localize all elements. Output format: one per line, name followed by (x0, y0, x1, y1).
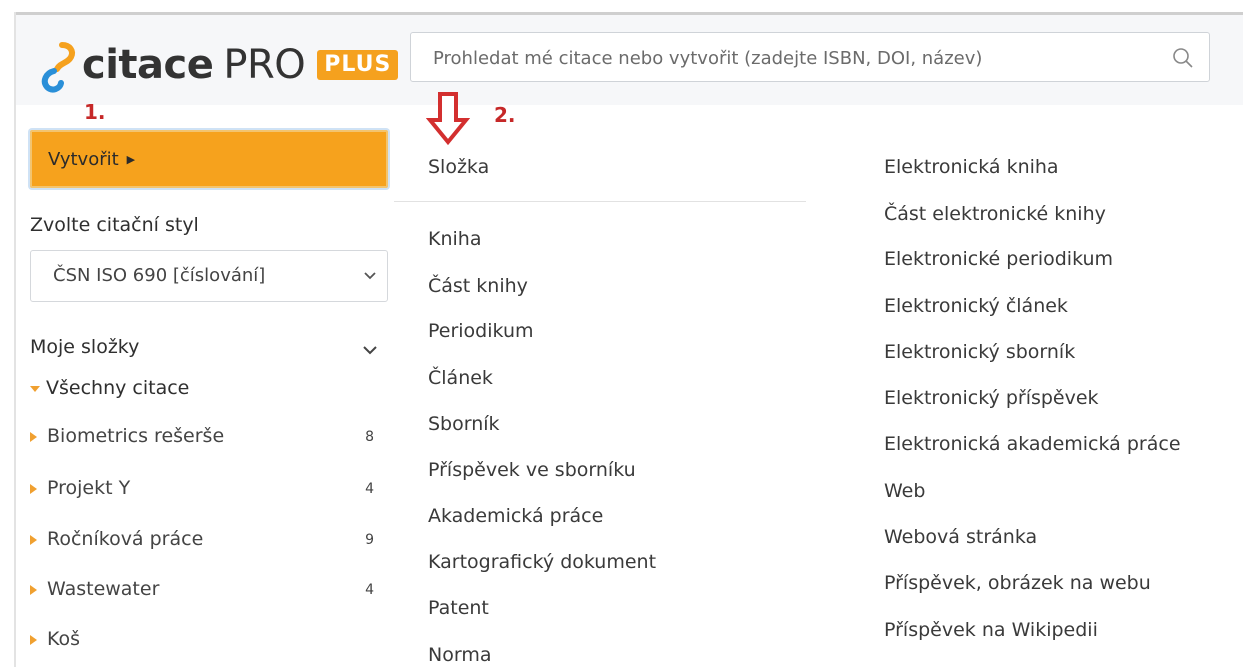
logo-name: citace (82, 42, 214, 88)
menu-item[interactable]: Příspěvek na Wikipedii (884, 619, 1098, 641)
menu-item[interactable]: Periodikum (428, 320, 534, 342)
menu-item[interactable]: Článek (428, 367, 493, 389)
chevron-down-icon (363, 346, 377, 355)
menu-divider (394, 201, 806, 202)
collapsed-icon (30, 584, 37, 595)
collapsed-icon (30, 483, 37, 494)
chevron-down-icon (364, 272, 376, 280)
menu-item[interactable]: Elektronický sborník (884, 341, 1075, 363)
logo[interactable]: citace PRO PLUS (38, 35, 399, 95)
caret-right-icon: ▶ (126, 152, 136, 166)
menu-item[interactable]: Elektronický článek (884, 295, 1068, 317)
menu-item[interactable]: Sborník (428, 413, 500, 435)
logo-mark-icon (41, 42, 75, 93)
folder-item[interactable]: Projekt Y 4 (30, 477, 380, 507)
menu-item[interactable]: Webová stránka (884, 526, 1037, 548)
folder-count: 9 (365, 532, 374, 548)
search-input[interactable] (431, 33, 1175, 83)
folder-item[interactable]: Ročníková práce 9 (30, 528, 380, 558)
collapsed-icon (30, 634, 37, 645)
citation-style-value: ČSN ISO 690 [číslování] (53, 265, 266, 286)
create-button-label: Vytvořit (48, 148, 119, 170)
folder-count: 4 (365, 481, 374, 497)
folder-name: Biometrics rešerše (47, 425, 225, 447)
collapsed-icon (30, 534, 37, 545)
create-button[interactable]: Vytvořit ▶ (30, 130, 388, 188)
search-box[interactable] (410, 32, 1210, 83)
collapsed-icon (30, 431, 37, 442)
menu-item[interactable]: Norma (428, 644, 491, 666)
logo-pro: PRO (223, 42, 306, 88)
menu-item[interactable]: Elektronická akademická práce (884, 433, 1181, 455)
menu-item[interactable]: Elektronický příspěvek (884, 387, 1099, 409)
folder-all-label: Všechny citace (46, 377, 190, 399)
menu-item[interactable]: Elektronické periodikum (884, 248, 1113, 270)
menu-item[interactable]: Kniha (428, 228, 481, 250)
search-icon[interactable] (1171, 46, 1195, 70)
menu-item-folder[interactable]: Složka (428, 156, 489, 178)
step-one-label: 1. (84, 100, 106, 124)
folder-item[interactable]: Biometrics rešerše 8 (30, 425, 380, 455)
citation-style-select[interactable]: ČSN ISO 690 [číslování] (30, 250, 388, 302)
citation-style-label: Zvolte citační styl (30, 214, 199, 236)
down-arrow-icon (426, 92, 470, 146)
folder-all-citations[interactable]: Všechny citace (30, 377, 189, 399)
folder-name: Projekt Y (47, 477, 131, 499)
menu-item[interactable]: Patent (428, 597, 489, 619)
menu-item[interactable]: Elektronická kniha (884, 156, 1059, 178)
app-header: citace PRO PLUS (16, 15, 1243, 105)
my-folders-label: Moje složky (30, 336, 140, 358)
menu-item[interactable]: Web (884, 480, 925, 502)
folder-name: Ročníková práce (47, 528, 204, 550)
folder-name: Wastewater (47, 578, 160, 600)
plus-badge: PLUS (317, 50, 399, 80)
folder-name: Koš (47, 628, 81, 650)
expanded-icon (30, 385, 40, 392)
menu-item[interactable]: Část knihy (428, 275, 528, 297)
menu-item[interactable]: Kartografický dokument (428, 551, 656, 573)
folder-item[interactable]: Wastewater 4 (30, 578, 380, 608)
menu-item[interactable]: Část elektronické knihy (884, 203, 1106, 225)
menu-item[interactable]: Příspěvek ve sborníku (428, 459, 636, 481)
menu-item[interactable]: Akademická práce (428, 505, 603, 527)
folder-count: 4 (365, 582, 374, 598)
folder-count: 8 (365, 429, 374, 445)
menu-item[interactable]: Příspěvek, obrázek na webu (884, 572, 1151, 594)
my-folders-header[interactable]: Moje složky (30, 336, 388, 366)
folder-item[interactable]: Koš (30, 628, 380, 658)
step-two-label: 2. (494, 103, 516, 127)
